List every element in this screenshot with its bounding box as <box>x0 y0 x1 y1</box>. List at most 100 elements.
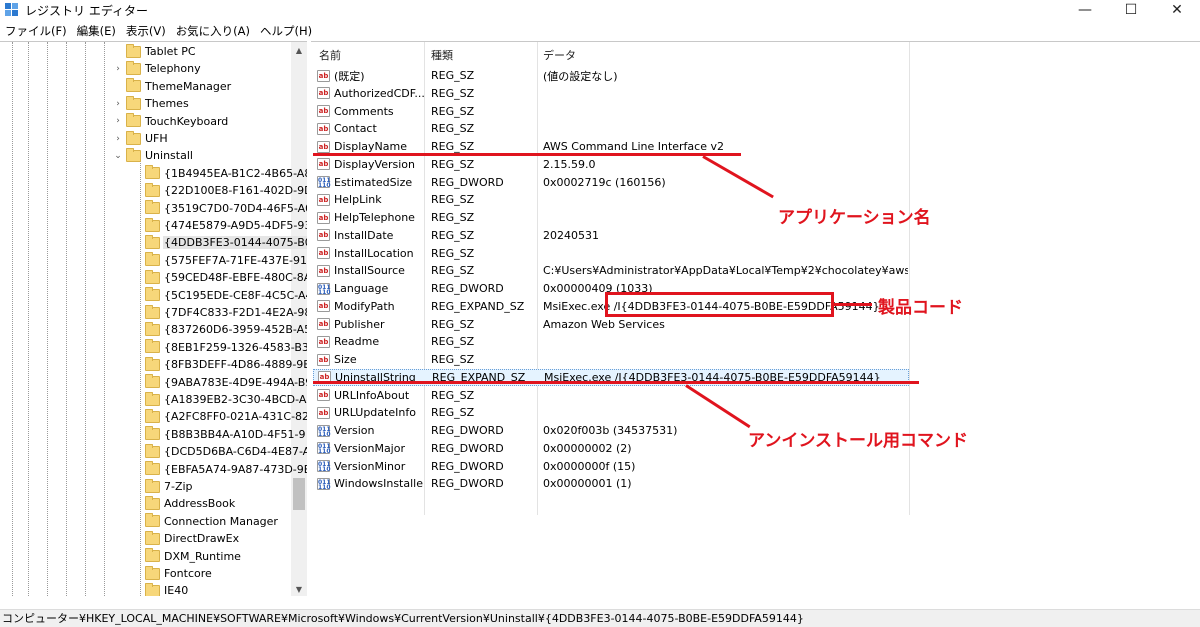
tree-item-label: {474E5879-A9D5-4DF5-93 <box>164 219 307 232</box>
string-value-icon: ab <box>317 389 330 401</box>
menu-help[interactable]: ヘルプ(H) <box>255 23 317 39</box>
tree-item[interactable]: {8FB3DEFF-4D86-4889-9B0 <box>145 356 307 373</box>
folder-icon <box>145 513 160 528</box>
registry-value-row[interactable]: ab URLUpdateInfo REG_SZ <box>313 404 909 421</box>
tree-item[interactable]: {1B4945EA-B1C2-4B65-A8 <box>145 165 307 182</box>
string-value-icon: ab <box>317 406 330 419</box>
value-type: REG_SZ <box>431 157 475 171</box>
registry-value-row[interactable]: ab InstallSource REG_SZ C:¥Users¥Administra… <box>313 262 909 279</box>
value-name: VersionMajor <box>334 441 405 455</box>
tree-item[interactable]: ⌄ Uninstall <box>114 147 194 164</box>
tree-item[interactable]: DXM_Runtime <box>145 548 242 565</box>
status-bar-path: コンピューター¥HKEY_LOCAL_MACHINE¥SOFTWARE¥Micr… <box>0 609 1200 627</box>
value-name: Readme <box>334 335 380 349</box>
folder-icon <box>145 478 160 493</box>
tree-item[interactable]: {8EB1F259-1326-4583-B38 <box>145 339 307 356</box>
scroll-thumb[interactable] <box>293 478 305 510</box>
registry-value-row[interactable]: ab Contact REG_SZ <box>313 120 909 137</box>
value-data: (値の設定なし) <box>543 69 618 83</box>
registry-value-row[interactable]: ab Publisher REG_SZ Amazon Web Services <box>313 316 909 333</box>
tree-item[interactable]: {DCD5D6BA-C6D4-4E87-A <box>145 443 307 460</box>
menu-file[interactable]: ファイル(F) <box>0 23 72 39</box>
folder-icon <box>145 426 160 441</box>
tree-item[interactable]: Fontcore <box>145 565 213 582</box>
column-header-type[interactable]: 種類 <box>431 47 453 63</box>
tree-item[interactable]: AddressBook <box>145 495 236 512</box>
tree-item[interactable]: › TouchKeyboard <box>116 113 229 130</box>
tree-item[interactable]: {3519C7D0-70D4-46F5-A0 <box>145 200 307 217</box>
tree-item[interactable]: {7DF4C833-F2D1-4E2A-98 <box>145 304 307 321</box>
column-header-data[interactable]: データ <box>543 47 576 63</box>
value-data: Amazon Web Services <box>543 317 665 331</box>
folder-icon <box>145 530 160 545</box>
tree-item[interactable]: {837260D6-3959-452B-A5 <box>145 321 307 338</box>
registry-value-row[interactable]: 011 110 WindowsInstaller REG_DWORD 0x000000… <box>313 475 909 492</box>
value-name: HelpTelephone <box>334 211 415 224</box>
registry-value-row[interactable]: ab Readme REG_SZ <box>313 333 909 350</box>
tree-item[interactable]: › Themes <box>116 95 190 112</box>
close-button[interactable]: ✕ <box>1154 0 1200 20</box>
tree-item[interactable]: {A1839EB2-3C30-4BCD-AA <box>145 391 307 408</box>
tree-item[interactable]: {EBFA5A74-9A87-473D-9E <box>145 461 307 478</box>
registry-value-row[interactable]: ab Comments REG_SZ <box>313 103 909 120</box>
registry-value-row[interactable]: 011 110 VersionMinor REG_DWORD 0x0000000f (… <box>313 458 909 475</box>
tree-item[interactable]: {B8B3BB4A-A10D-4F51-9 <box>145 426 306 443</box>
registry-value-row[interactable]: ab InstallDate REG_SZ 20240531 <box>313 227 909 244</box>
column-header-name[interactable]: 名前 <box>319 47 341 63</box>
tree-item-label: {837260D6-3959-452B-A5 <box>164 323 307 337</box>
tree-item[interactable]: {A2FC8FF0-021A-431C-82 <box>145 408 307 425</box>
folder-icon <box>145 287 160 302</box>
tree-item[interactable]: {9ABA783E-4D9E-494A-B9 <box>145 374 307 391</box>
annotation-underline-displayname <box>313 153 741 156</box>
annotation-app-name: アプリケーション名 <box>778 208 931 228</box>
tree-item[interactable]: {474E5879-A9D5-4DF5-93 <box>145 217 307 234</box>
tree-item-label: {8FB3DEFF-4D86-4889-9B0 <box>164 358 307 372</box>
tree-item-label: {A1839EB2-3C30-4BCD-AA <box>164 393 307 406</box>
tree-item-label: {22D100E8-F161-402D-9D <box>164 184 307 198</box>
chevron-right-icon[interactable]: › <box>113 116 123 126</box>
menu-edit[interactable]: 編集(E) <box>72 23 121 39</box>
tree-item[interactable]: Connection Manager <box>145 513 279 530</box>
tree-item-label: DirectDrawEx <box>164 532 240 546</box>
string-value-icon: ab <box>317 229 330 242</box>
tree-item[interactable]: {575FEF7A-71FE-437E-91E <box>145 252 307 269</box>
maximize-button[interactable]: ☐ <box>1108 0 1154 20</box>
registry-value-row[interactable]: ab Size REG_SZ <box>313 351 909 368</box>
registry-value-row[interactable]: ab AuthorizedCDF... REG_SZ <box>313 85 909 102</box>
tree-item[interactable]: ThemeManager <box>126 78 232 95</box>
values-list[interactable]: 名前 種類 データ ab (既定) REG_SZ (値の設定なし) ab Authoriz… <box>311 41 1200 596</box>
registry-value-row[interactable]: ab URLInfoAbout REG_SZ <box>313 387 909 404</box>
chevron-right-icon[interactable]: › <box>113 134 123 144</box>
tree-item[interactable]: Tablet PC <box>126 43 197 60</box>
registry-value-row[interactable]: 011 110 EstimatedSize REG_DWORD 0x0002719c … <box>313 174 909 191</box>
tree-item-label: {575FEF7A-71FE-437E-91E <box>164 253 307 267</box>
value-type: REG_SZ <box>431 228 475 242</box>
scroll-up-arrow-icon[interactable]: ▲ <box>291 42 307 58</box>
folder-icon <box>145 408 160 423</box>
chevron-down-icon[interactable]: ⌄ <box>113 151 123 161</box>
registry-tree[interactable]: ▲ ▼ Tablet PC › Telephony ThemeManager › Them… <box>0 41 307 596</box>
folder-icon <box>145 339 160 354</box>
registry-value-row[interactable]: ab DisplayVersion REG_SZ 2.15.59.0 <box>313 156 909 173</box>
value-name: (既定) <box>334 69 365 83</box>
menu-favorites[interactable]: お気に入り(A) <box>171 23 255 39</box>
registry-value-row[interactable]: ab (既定) REG_SZ (値の設定なし) <box>313 67 909 84</box>
tree-item[interactable]: {4DDB3FE3-0144-4075-B0 <box>145 234 307 251</box>
tree-item[interactable]: {22D100E8-F161-402D-9D <box>145 182 307 199</box>
string-value-icon: ab <box>317 140 330 153</box>
minimize-button[interactable]: — <box>1062 0 1108 20</box>
chevron-right-icon[interactable]: › <box>113 64 123 74</box>
registry-value-row[interactable]: ab InstallLocation REG_SZ <box>313 245 909 262</box>
tree-item[interactable]: › Telephony <box>116 60 202 77</box>
tree-item-label: UFH <box>145 132 168 145</box>
tree-item[interactable]: 7-Zip <box>145 478 194 495</box>
tree-item[interactable]: DirectDrawEx <box>145 530 240 547</box>
tree-item[interactable]: {59CED48F-EBFE-480C-8A <box>145 269 307 286</box>
menu-view[interactable]: 表示(V) <box>121 23 171 39</box>
tree-item-label: {5C195EDE-CE8F-4C5C-A4 <box>164 288 307 302</box>
scroll-down-arrow-icon[interactable]: ▼ <box>291 581 307 596</box>
tree-item[interactable]: IE40 <box>145 582 189 596</box>
tree-item[interactable]: › UFH <box>116 130 169 147</box>
tree-item[interactable]: {5C195EDE-CE8F-4C5C-A4 <box>145 287 307 304</box>
chevron-right-icon[interactable]: › <box>113 99 123 109</box>
